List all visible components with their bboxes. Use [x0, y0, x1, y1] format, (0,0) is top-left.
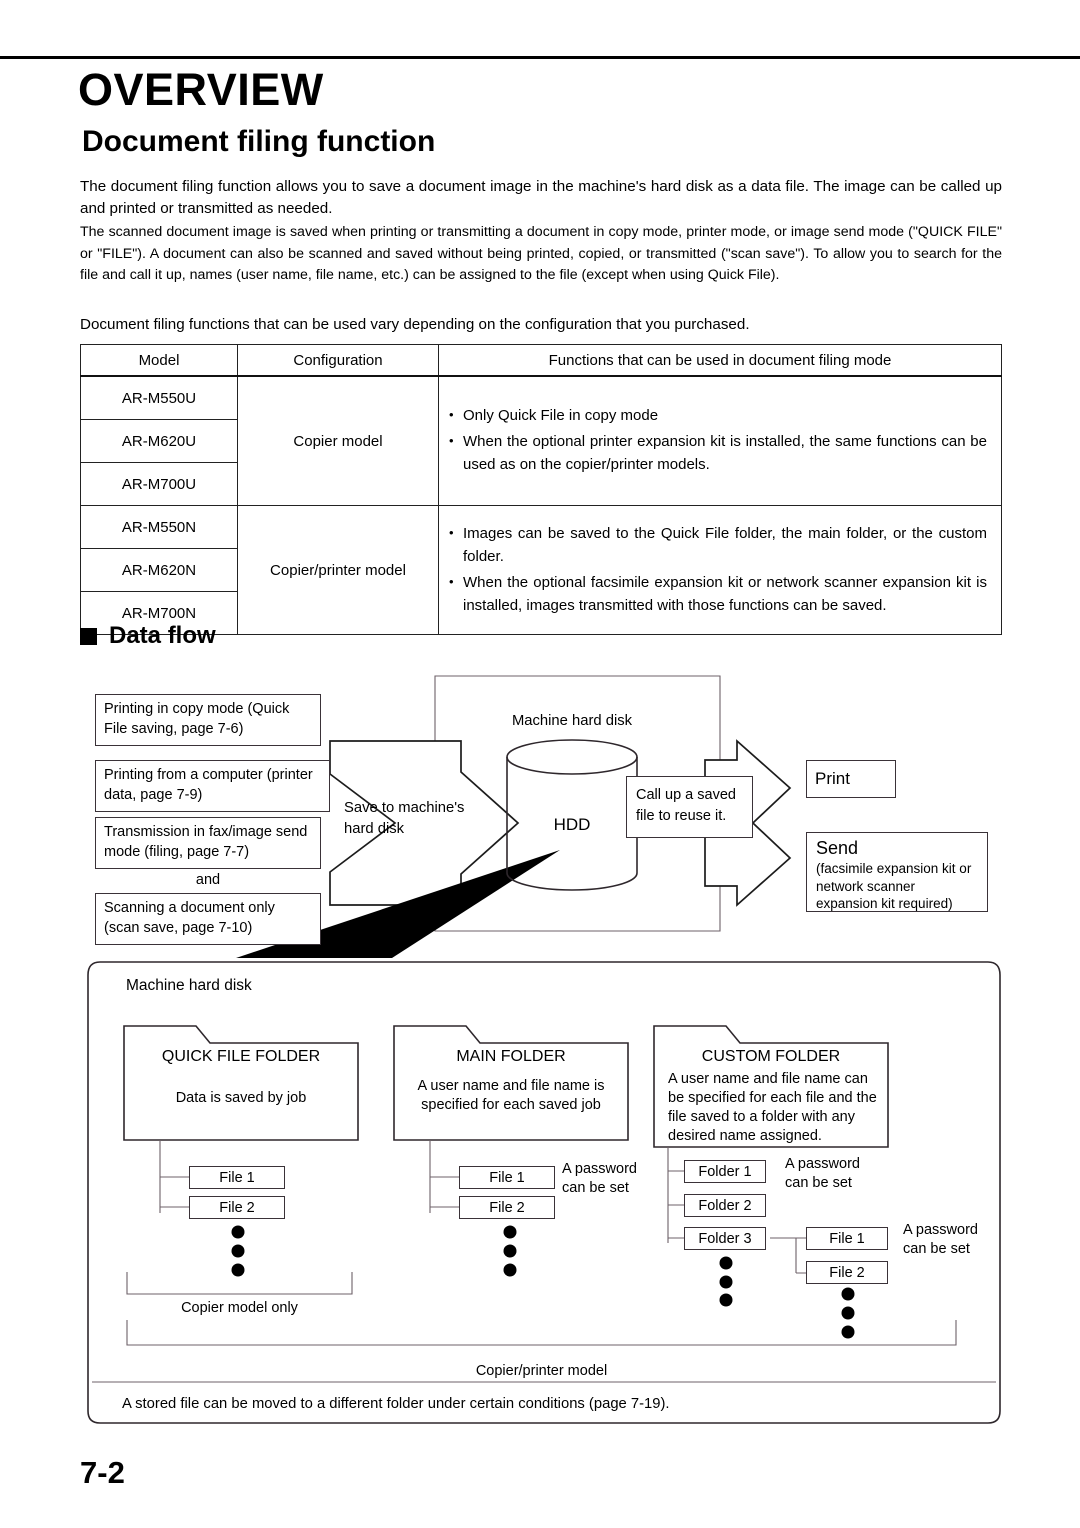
source-box-scan-only: Scanning a document only (scan save, pag…	[95, 893, 321, 945]
function-item: Only Quick File in copy mode	[449, 403, 987, 427]
column-header-functions: Functions that can be used in document f…	[438, 344, 1002, 377]
folder-description-quick-file: Data is saved by job	[175, 1090, 307, 1106]
password-note-custom-files: A password can be set	[903, 1222, 978, 1257]
document-page: OVERVIEW Document filing function The do…	[0, 0, 1080, 1528]
output-box-send: Send (facsimile expansion kit or network…	[806, 832, 988, 912]
data-flow-heading-label: Data flow	[109, 622, 216, 649]
list-item: File 2	[806, 1261, 888, 1284]
functions-copier-model: Only Quick File in copy mode When the op…	[438, 375, 1002, 506]
source-box-copy-mode: Printing in copy mode (Quick File saving…	[95, 694, 321, 746]
page-title: OVERVIEW	[78, 64, 324, 115]
function-item: Images can be saved to the Quick File fo…	[449, 521, 987, 568]
arrow-in-label: Save to machine's hard disk	[344, 800, 465, 837]
source-box-computer-print: Printing from a computer (printer data, …	[95, 760, 330, 812]
hdd-caption: Machine hard disk	[511, 713, 633, 729]
column-header-configuration: Configuration	[237, 344, 439, 377]
source-box-fax-transmission: Transmission in fax/image send mode (fil…	[95, 817, 321, 869]
table-row: AR-M550N Copier/printer model Images can…	[80, 505, 1002, 635]
model-ar-m550u: AR-M550U	[80, 375, 238, 420]
column-header-model: Model	[80, 344, 238, 377]
table-header-row: Model Configuration Functions that can b…	[80, 344, 1002, 377]
list-item: Folder 3	[684, 1227, 766, 1250]
bracket-label-copier-printer: Copier/printer model	[475, 1363, 608, 1379]
list-item: Folder 2	[684, 1194, 766, 1217]
model-configuration-table: Model Configuration Functions that can b…	[80, 344, 1002, 635]
square-bullet-icon	[80, 627, 97, 645]
function-item: When the optional printer expansion kit …	[449, 429, 987, 476]
model-ar-m700u: AR-M700U	[80, 462, 238, 506]
bracket-label-copier-only: Copier model only	[181, 1300, 298, 1316]
configuration-label: Copier/printer model	[270, 561, 406, 579]
configuration-copier-model: Copier model	[237, 375, 439, 506]
page-number: 7-2	[80, 1455, 125, 1490]
model-ar-m550n: AR-M550N	[80, 505, 238, 549]
and-connector-label: and	[195, 872, 221, 888]
list-item: Folder 1	[684, 1160, 766, 1183]
arrow-out-callout: Call up a saved file to reuse it.	[626, 776, 753, 838]
list-item: File 1	[806, 1227, 888, 1250]
configuration-copier-printer-model: Copier/printer model	[237, 505, 439, 635]
functions-copier-printer-model: Images can be saved to the Quick File fo…	[438, 505, 1002, 635]
storage-footnote: A stored file can be moved to a differen…	[122, 1396, 670, 1412]
model-ar-m620u: AR-M620U	[80, 419, 238, 463]
intro-paragraph-3: Document filing functions that can be us…	[80, 316, 750, 333]
intro-paragraph-2: The scanned document image is saved when…	[80, 224, 1002, 283]
output-send-detail: (facsimile expansion kit or network scan…	[816, 861, 972, 911]
data-flow-heading: Data flow	[80, 622, 216, 650]
output-print-label: Print	[815, 769, 850, 789]
intro-paragraph-1: The document filing function allows you …	[80, 178, 1002, 217]
header-rule	[0, 56, 1080, 59]
table-row: AR-M550U Copier model Only Quick File in…	[80, 375, 1002, 506]
password-note-main: A password can be set	[562, 1161, 637, 1196]
folder-description-custom: A user name and file name can be specifi…	[668, 1071, 877, 1144]
list-item: File 2	[459, 1196, 555, 1219]
section-title: Document filing function	[82, 125, 436, 158]
list-item: File 2	[189, 1196, 285, 1219]
list-item: File 1	[459, 1166, 555, 1189]
output-send-label: Send	[816, 838, 859, 858]
folder-title-main: MAIN FOLDER	[456, 1048, 566, 1065]
folder-title-quick-file: QUICK FILE FOLDER	[161, 1048, 321, 1065]
model-ar-m620n: AR-M620N	[80, 548, 238, 592]
storage-caption: Machine hard disk	[126, 977, 252, 994]
folder-description-main: A user name and file name is specified f…	[417, 1078, 605, 1113]
list-item: File 1	[189, 1166, 285, 1189]
function-item: When the optional facsimile expansion ki…	[449, 570, 987, 617]
hdd-label: HDD	[553, 815, 591, 834]
output-box-print: Print	[806, 760, 896, 798]
password-note-custom-folders: A password can be set	[785, 1156, 860, 1191]
folder-title-custom: CUSTOM FOLDER	[701, 1048, 841, 1065]
